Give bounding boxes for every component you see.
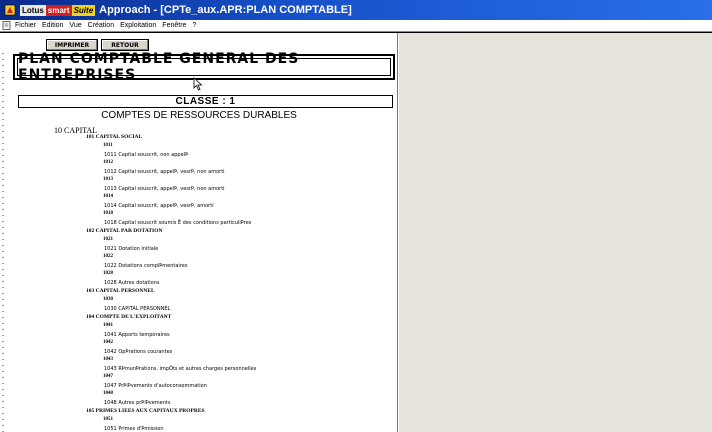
menu-help[interactable]: ? [192, 22, 196, 29]
menu-bar: Fichier Edition Vue Création Exploitatio… [0, 20, 712, 32]
account-code: 1014 [103, 194, 113, 199]
approach-app-icon[interactable] [3, 3, 17, 17]
section-title: COMPTES DE RESSOURCES DURABLES [101, 110, 297, 121]
account-code: 1047 [103, 374, 113, 379]
account-description: 1043 RÞmunÞrations, impÔts et autres cha… [104, 365, 257, 372]
account-code: 1011 [103, 143, 113, 148]
account-description: 1011 Capital souscrit, non appelÞ [104, 151, 189, 158]
back-button[interactable]: RETOUR [101, 39, 149, 51]
menu-creation[interactable]: Création [88, 22, 114, 29]
menu-exploitation[interactable]: Exploitation [120, 22, 156, 29]
account-code: 1028 [103, 271, 113, 276]
account-description: 1021 Dotation initiale [104, 245, 159, 252]
account-code: 1042 [103, 340, 113, 345]
account-description: 1012 Capital souscrit, appelÞ, vesrÞ, no… [104, 168, 225, 175]
account-description: 1014 Capital souscrit, appelÞ, vesrÞ, am… [104, 202, 214, 209]
account-code: 1030 [103, 297, 113, 302]
report-title: PLAN COMPTABLE GENERAL DES ENTREPRISES [17, 51, 391, 83]
account-description: 1041 Apports temporaires [104, 331, 170, 338]
report-title-frame: PLAN COMPTABLE GENERAL DES ENTREPRISES [13, 51, 395, 83]
menu-fenetre[interactable]: Fenêtre [162, 22, 186, 29]
account-description: 1048 Autres prÞlÞvements [104, 399, 171, 406]
brand-part-3: Suite [71, 4, 96, 16]
window-title-bar[interactable]: Lotus smart Suite Approach - [CPTe_aux.A… [0, 0, 712, 20]
brand-part-2: smart [45, 4, 72, 16]
account-description: 1042 OpÞrations courantes [104, 348, 173, 355]
account-description: 1047 PrÞlÞvements d'autoconsommation [104, 382, 207, 389]
account-group-heading: 102 CAPITAL PAR DOTATION [86, 228, 163, 234]
account-code: 1013 [103, 177, 113, 182]
account-description: 1028 Autres dotations [104, 279, 160, 286]
account-description: 1018 Capital souscrit soumis Ê des condi… [104, 219, 252, 226]
account-description: 1022 Dotations complÞmentaires [104, 262, 188, 269]
brand-part-1: Lotus [20, 4, 46, 16]
mouse-cursor-icon [193, 77, 203, 91]
account-description: 1030 CAPITAL PERSONNEL [104, 305, 171, 312]
account-code: 1018 [103, 211, 113, 216]
account-description: 1051 Primes d'Þmission [104, 425, 164, 432]
report-pane[interactable]: IMPRIMER RETOUR PLAN COMPTABLE GENERAL D… [0, 33, 398, 432]
document-area: IMPRIMER RETOUR PLAN COMPTABLE GENERAL D… [0, 32, 712, 432]
account-code: 1043 [103, 357, 113, 362]
account-code: 1041 [103, 323, 113, 328]
classe-label: CLASSE : 1 [18, 95, 393, 108]
account-group-heading: 104 COMPTE DE L'EXPLOITANT [86, 314, 172, 320]
account-code: 1012 [103, 160, 113, 165]
menu-edition[interactable]: Edition [42, 22, 63, 29]
account-description: 1013 Capital souscrit, appelÞ, vesrÞ, no… [104, 185, 225, 192]
account-code: 1022 [103, 254, 113, 259]
document-icon[interactable] [2, 21, 11, 30]
account-group-heading: 101 CAPITAL SOCIAL [86, 134, 143, 140]
lotus-smartsuite-logo: Lotus smart Suite [20, 4, 96, 17]
right-empty-pane [398, 33, 712, 432]
print-button[interactable]: IMPRIMER [46, 39, 98, 51]
account-code: 1051 [103, 417, 113, 422]
account-group-heading: 105 PRIMES LIEES AUX CAPITAUX PROPRES [86, 408, 205, 414]
menu-fichier[interactable]: Fichier [15, 22, 36, 29]
window-title: Approach - [CPTe_aux.APR:PLAN COMPTABLE] [99, 4, 352, 16]
account-group-heading: 103 CAPITAL PERSONNEL [86, 288, 155, 294]
account-code: 1048 [103, 391, 113, 396]
account-code: 1021 [103, 237, 113, 242]
menu-vue[interactable]: Vue [69, 22, 81, 29]
